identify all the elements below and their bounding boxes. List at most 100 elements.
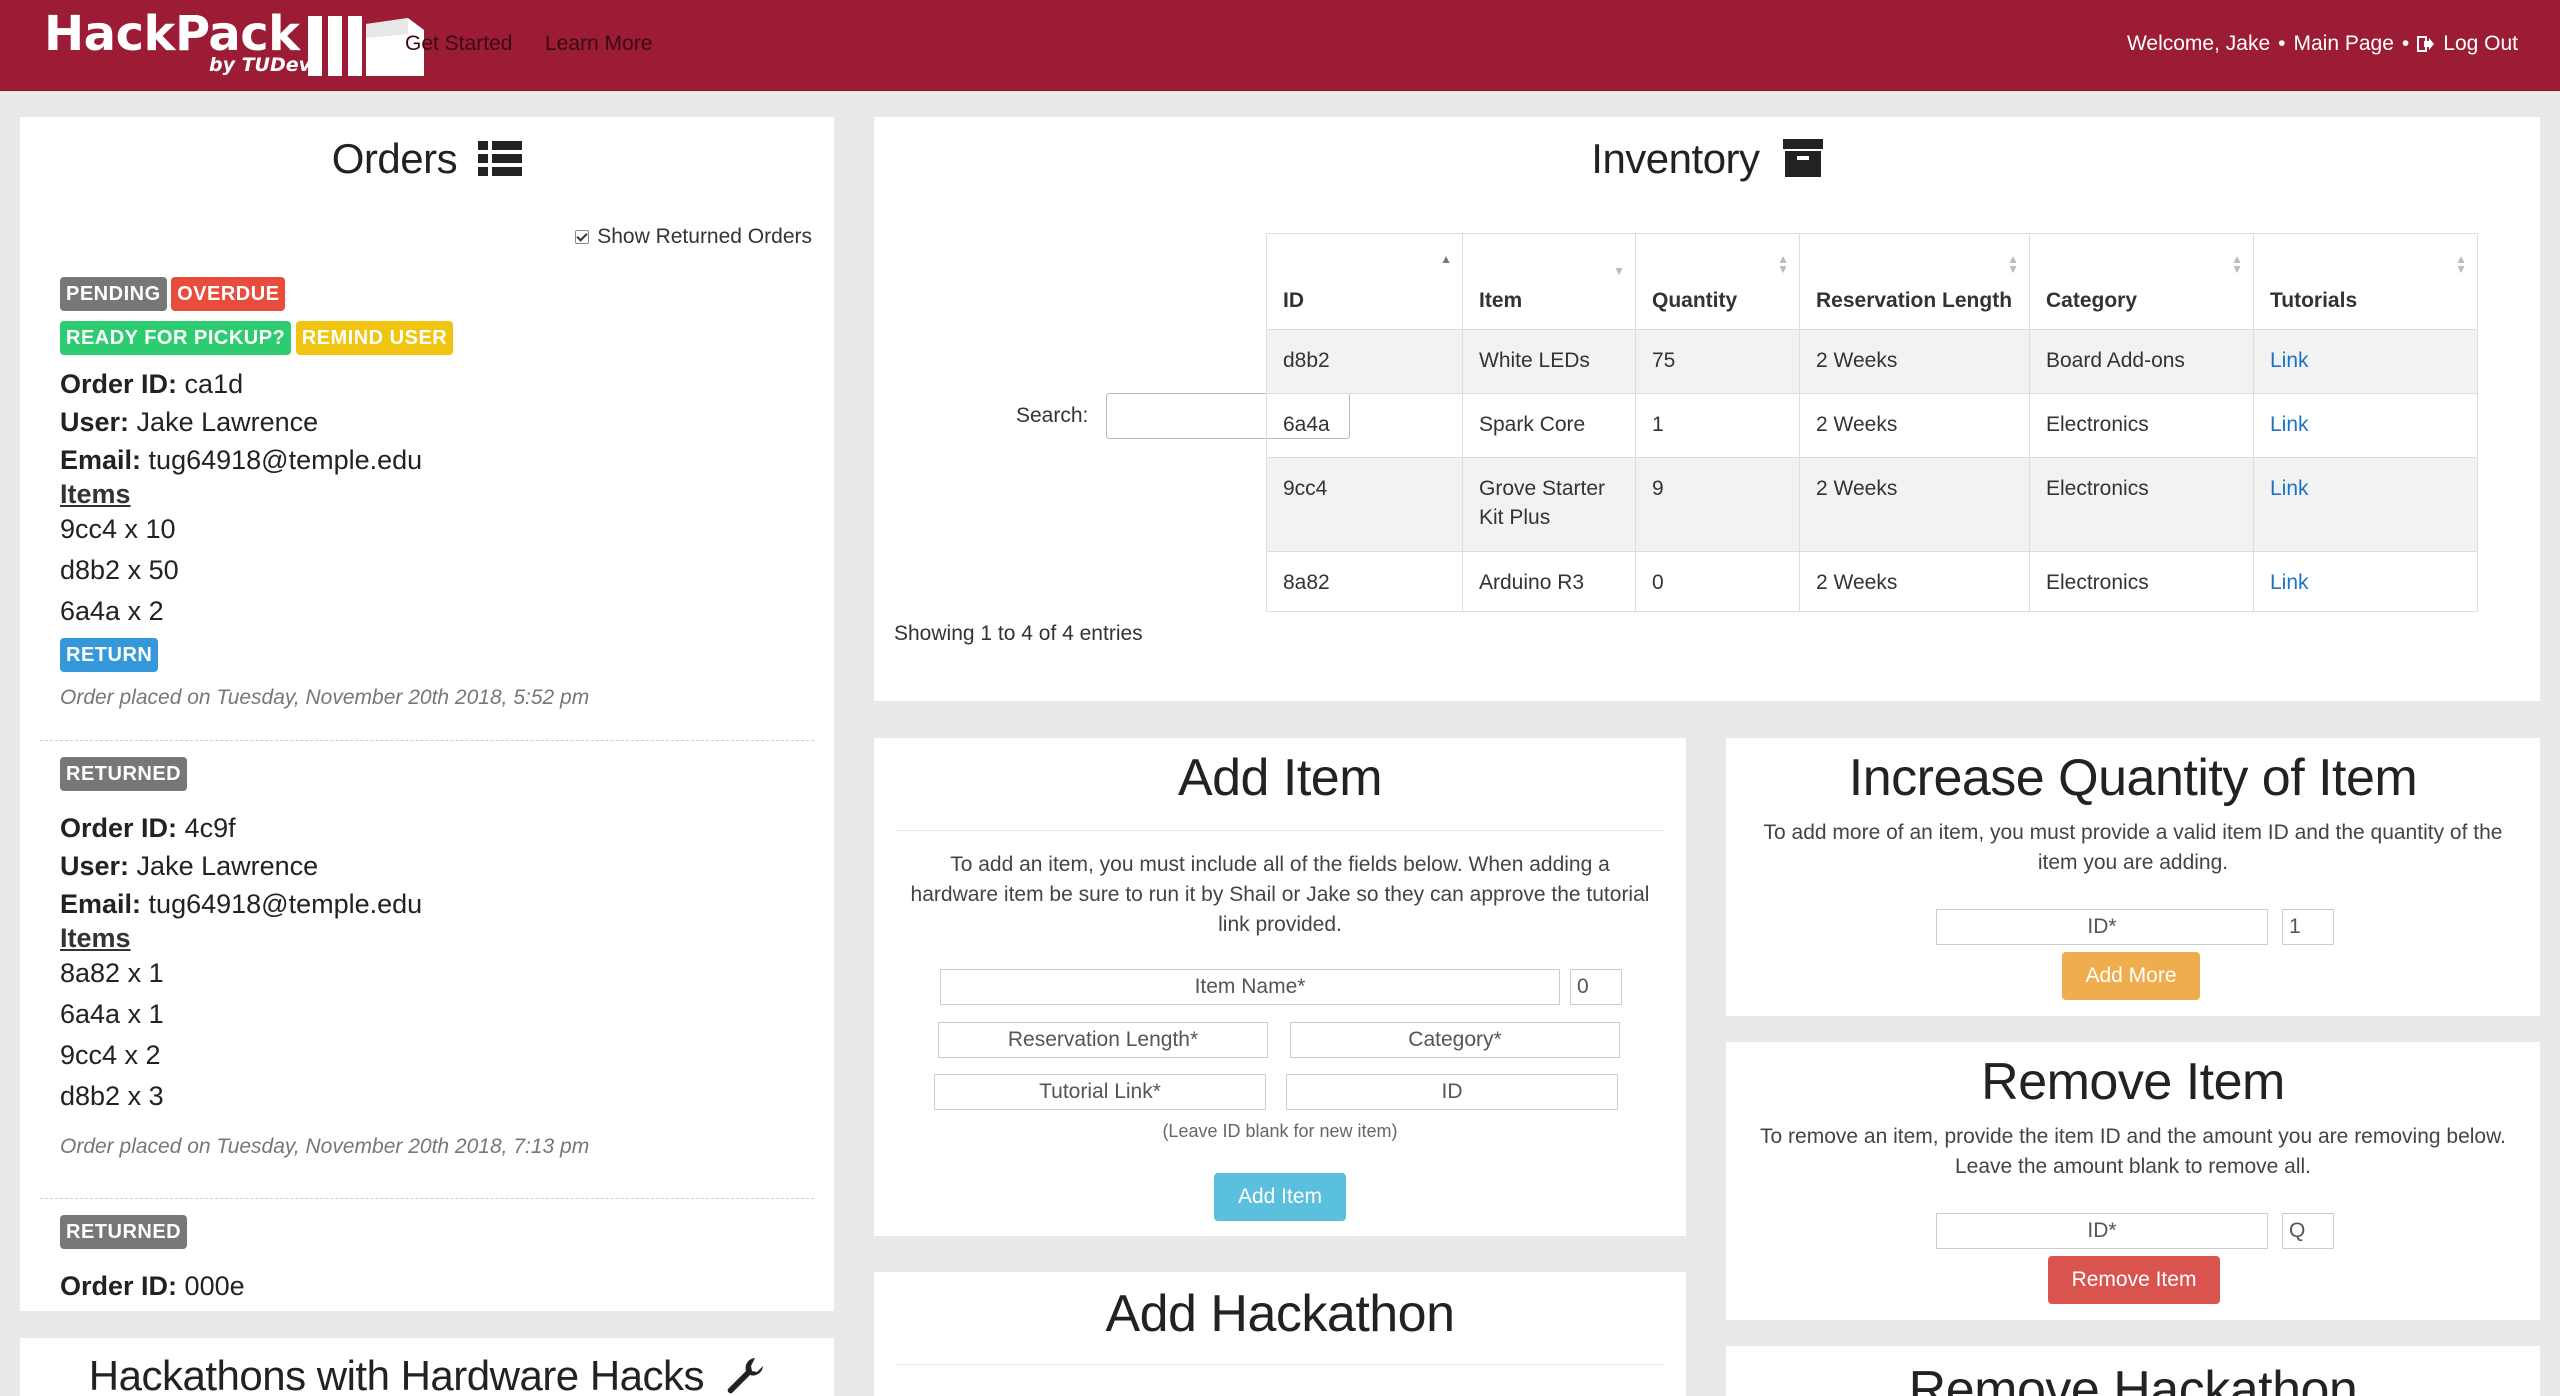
order-divider [40, 1198, 814, 1199]
orders-heading: Orders [20, 135, 834, 183]
table-row: d8b2 White LEDs 75 2 Weeks Board Add-ons… [1266, 329, 2478, 394]
column-header-quantity[interactable]: ▲ ▼ Quantity [1635, 233, 1800, 330]
status-badge-returned: RETURNED [60, 1215, 188, 1249]
order-email: Email: tug64918@temple.edu [60, 445, 423, 475]
remove-item-description: To remove an item, provide the item ID a… [1760, 1125, 2506, 1178]
cell-id: 9cc4 [1266, 457, 1463, 552]
return-row: RETURN [60, 638, 820, 682]
main-page-link[interactable]: Main Page [2294, 32, 2394, 56]
orders-title: Orders [331, 135, 458, 182]
tutorial-link-input[interactable]: Tutorial Link* [934, 1074, 1266, 1110]
order-status-row: PENDING OVERDUE [60, 277, 820, 321]
cell-id: 6a4a [1266, 393, 1463, 458]
cell-item: Arduino R3 [1462, 551, 1636, 612]
tutorial-link[interactable]: Link [2253, 551, 2478, 612]
order-item: 6a4a x 2 [60, 596, 164, 626]
order-status-row: RETURNED [60, 757, 820, 809]
cell-item: Grove Starter Kit Plus [1462, 457, 1636, 552]
cell-category: Electronics [2029, 457, 2254, 552]
order-date: Order placed on Tuesday, November 20th 2… [60, 686, 590, 709]
increase-quantity-panel: Increase Quantity of Item To add more of… [1726, 738, 2540, 1016]
order-item: d8b2 x 50 [60, 555, 179, 585]
nav-separator: • [2278, 32, 2286, 55]
items-heading: Items [60, 923, 131, 953]
order-item: 6a4a x 1 [60, 999, 164, 1029]
table-header-row: ▲ ID ▼ Item ▲ ▼ Quantity ▲ ▼ Reservation Lengt… [1266, 233, 2478, 330]
column-header-id[interactable]: ▲ ID [1266, 233, 1463, 330]
order-user: User: Jake Lawrence [60, 407, 319, 437]
order-card: RETURNED Order ID: 000e [60, 1215, 820, 1305]
order-date: Order placed on Tuesday, November 20th 2… [60, 1135, 590, 1158]
order-status-row: RETURNED [60, 1215, 820, 1267]
status-badge-pending: PENDING [60, 277, 167, 311]
brand-subtitle: by TUDev [209, 54, 312, 76]
reservation-length-input[interactable]: Reservation Length* [938, 1022, 1268, 1058]
increase-quantity-title: Increase Quantity of Item [1848, 749, 2418, 807]
show-returned-label: Show Returned Orders [597, 225, 812, 248]
nav-learn-more[interactable]: Learn More [545, 32, 652, 56]
cell-quantity: 9 [1635, 457, 1800, 552]
add-item-description: To add an item, you must include all of … [910, 853, 1650, 936]
cell-id: d8b2 [1266, 329, 1463, 394]
items-heading: Items [60, 479, 131, 509]
cell-reservation: 2 Weeks [1799, 457, 2030, 552]
column-header-tutorials[interactable]: ▲ ▼ Tutorials [2253, 233, 2478, 330]
item-name-input[interactable]: Item Name* [940, 969, 1560, 1005]
sign-out-icon[interactable] [2417, 35, 2435, 53]
sort-desc-icon: ▼ [1613, 264, 1625, 278]
cell-reservation: 2 Weeks [1799, 393, 2030, 458]
cell-item: Spark Core [1462, 393, 1636, 458]
increase-quantity-input[interactable]: 1 [2282, 909, 2334, 945]
sort-icon: ▲ ▼ [2231, 252, 2243, 276]
return-button[interactable]: RETURN [60, 638, 159, 672]
order-id: Order ID: ca1d [60, 369, 244, 399]
inventory-panel: Inventory Search: ▲ ID ▼ Item ▲ ▼ Quantity ▲… [874, 117, 2540, 701]
item-id-input[interactable]: ID [1286, 1074, 1618, 1110]
add-more-button[interactable]: Add More [2062, 952, 2200, 1000]
tutorial-link[interactable]: Link [2253, 329, 2478, 394]
inventory-title: Inventory [1591, 135, 1760, 182]
show-returned-checkbox[interactable] [575, 230, 590, 244]
tutorial-link[interactable]: Link [2253, 393, 2478, 458]
remove-quantity-input[interactable]: Q [2282, 1213, 2334, 1249]
add-hackathon-title: Add Hackathon [1105, 1285, 1455, 1343]
archive-icon [1782, 139, 1823, 177]
remove-item-button[interactable]: Remove Item [2048, 1256, 2220, 1304]
column-header-category[interactable]: ▲ ▼ Category [2029, 233, 2254, 330]
nav-get-started[interactable]: Get Started [405, 32, 512, 56]
wrench-icon [727, 1358, 764, 1394]
remove-id-input[interactable]: ID* [1936, 1213, 2268, 1249]
logout-link[interactable]: Log Out [2443, 32, 2518, 56]
remind-user-button[interactable]: REMIND USER [295, 321, 454, 355]
order-item: 8a82 x 1 [60, 958, 164, 988]
table-row: 9cc4 Grove Starter Kit Plus 9 2 Weeks El… [1266, 457, 2478, 552]
cell-item: White LEDs [1462, 329, 1636, 394]
order-email: Email: tug64918@temple.edu [60, 889, 423, 919]
add-item-button[interactable]: Add Item [1214, 1173, 1346, 1221]
order-user: User: Jake Lawrence [60, 851, 319, 881]
search-label: Search: [1016, 404, 1089, 427]
order-item: 9cc4 x 10 [60, 514, 176, 544]
cell-reservation: 2 Weeks [1799, 551, 2030, 612]
order-item: d8b2 x 3 [60, 1081, 164, 1111]
list-icon [478, 141, 523, 176]
nav-user-area: Welcome, Jake • Main Page • Log Out [2127, 32, 2518, 56]
order-id: Order ID: 000e [60, 1271, 245, 1301]
add-item-panel: Add Item To add an item, you must includ… [874, 738, 1686, 1236]
cell-category: Electronics [2029, 551, 2254, 612]
category-input[interactable]: Category* [1290, 1022, 1620, 1058]
hackathons-heading: Hackathons with Hardware Hacks [20, 1352, 834, 1396]
column-header-item[interactable]: ▼ Item [1462, 233, 1636, 330]
ready-for-pickup-button[interactable]: READY FOR PICKUP? [60, 321, 292, 355]
column-header-reservation-length[interactable]: ▲ ▼ Reservation Length [1799, 233, 2030, 330]
order-item: 9cc4 x 2 [60, 1040, 161, 1070]
welcome-text: Welcome, Jake [2126, 32, 2271, 55]
quantity-input[interactable]: 0 [1570, 969, 1622, 1005]
tutorial-link[interactable]: Link [2253, 457, 2478, 552]
increase-id-input[interactable]: ID* [1936, 909, 2268, 945]
nav-separator: • [2401, 32, 2410, 55]
id-hint: (Leave ID blank for new item) [1162, 1121, 1398, 1141]
add-item-title: Add Item [1177, 749, 1383, 807]
inventory-table: ▲ ID ▼ Item ▲ ▼ Quantity ▲ ▼ Reservation Lengt… [1266, 233, 2478, 612]
show-returned-toggle[interactable]: Show Returned Orders [575, 225, 812, 249]
